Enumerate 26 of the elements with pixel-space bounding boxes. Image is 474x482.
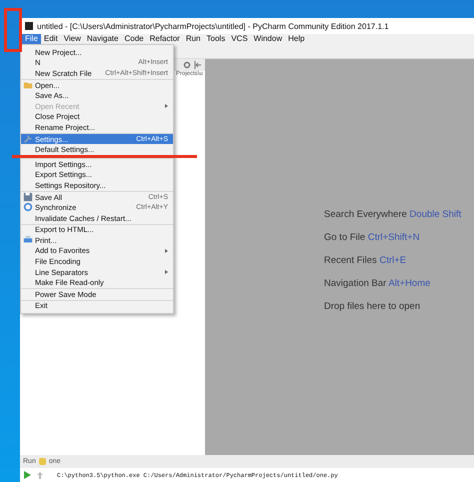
menu-item[interactable]: Window — [250, 34, 286, 44]
run-icon[interactable] — [24, 471, 31, 479]
collapse-icon[interactable] — [194, 61, 201, 69]
menu-item[interactable]: VCS — [228, 34, 251, 44]
printer-icon — [23, 235, 33, 246]
editor-hint: Recent Files Ctrl+E — [324, 255, 408, 266]
up-arrow-icon[interactable] — [37, 472, 43, 478]
menu-item[interactable]: Navigate — [84, 34, 122, 44]
menu-item[interactable]: View — [60, 34, 84, 44]
menu-item[interactable]: Code — [121, 34, 147, 44]
editor-hint: Navigation Bar Alt+Home — [324, 278, 432, 289]
editor-hint: Drop files here to open — [324, 301, 422, 312]
menu-item[interactable]: Edit — [40, 34, 61, 44]
floppy-icon — [23, 192, 33, 202]
app-icon — [25, 22, 33, 30]
menu-item[interactable]: Refactor — [146, 34, 183, 44]
window-title: untitled - [C:\Users\Administrator\PycharmProjects\untitled] - PyCharm Community Edition 2017.1.1 — [37, 22, 389, 30]
menu-item[interactable]: File — [22, 34, 41, 44]
editor-hint: Go to File Ctrl+Shift+N — [324, 232, 421, 243]
annotation-box — [4, 8, 22, 52]
menu-item[interactable]: Help — [285, 34, 308, 44]
gear-icon[interactable] — [183, 61, 191, 69]
menu-item[interactable]: Run — [182, 34, 204, 44]
folder-icon — [23, 80, 33, 90]
wrench-icon — [23, 134, 33, 144]
menu-item[interactable]: Tools — [204, 34, 228, 44]
